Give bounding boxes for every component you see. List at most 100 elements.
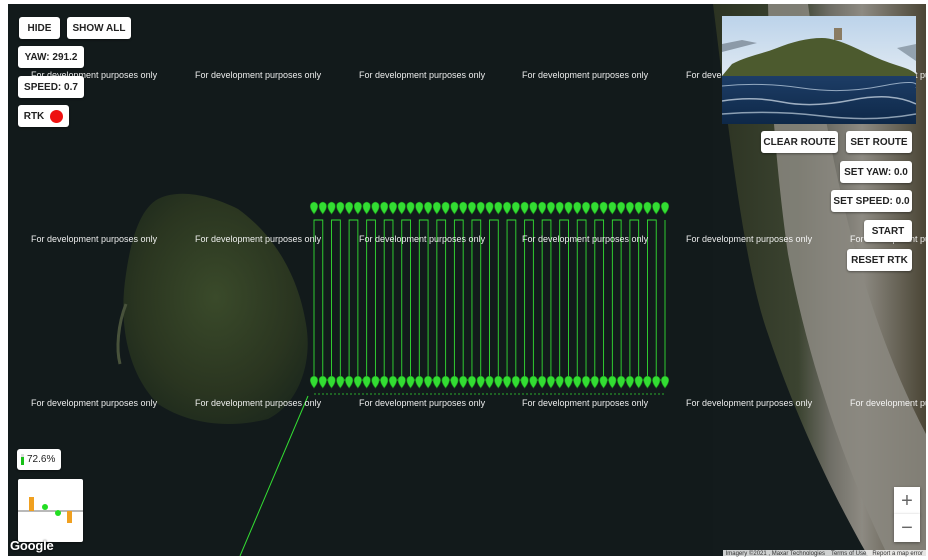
waypoint-marker[interactable] bbox=[362, 201, 371, 215]
waypoint-marker[interactable] bbox=[503, 375, 512, 389]
waypoint-marker[interactable] bbox=[441, 201, 450, 215]
waypoint-marker[interactable] bbox=[327, 201, 336, 215]
waypoint-marker[interactable] bbox=[327, 375, 336, 389]
reset-rtk-button[interactable]: RESET RTK bbox=[847, 249, 912, 271]
waypoint-marker[interactable] bbox=[336, 375, 345, 389]
set-speed-button[interactable]: SET SPEED: 0.0 bbox=[831, 190, 912, 212]
waypoint-marker[interactable] bbox=[643, 201, 652, 215]
waypoint-marker[interactable] bbox=[476, 201, 485, 215]
waypoint-marker[interactable] bbox=[494, 201, 503, 215]
waypoint-marker[interactable] bbox=[652, 375, 661, 389]
terms-link[interactable]: Terms of Use bbox=[831, 551, 866, 557]
waypoint-marker[interactable] bbox=[371, 375, 380, 389]
waypoint-marker[interactable] bbox=[538, 201, 547, 215]
waypoint-marker[interactable] bbox=[599, 375, 608, 389]
dev-watermark: For development purposes only bbox=[359, 70, 486, 80]
waypoint-marker[interactable] bbox=[415, 375, 424, 389]
waypoint-marker[interactable] bbox=[634, 201, 643, 215]
waypoint-marker[interactable] bbox=[546, 201, 555, 215]
waypoint-marker[interactable] bbox=[432, 201, 441, 215]
waypoint-marker[interactable] bbox=[546, 375, 555, 389]
waypoint-marker[interactable] bbox=[660, 201, 670, 215]
waypoint-marker[interactable] bbox=[555, 375, 564, 389]
waypoint-marker[interactable] bbox=[309, 201, 319, 215]
waypoint-marker[interactable] bbox=[406, 201, 415, 215]
waypoint-marker[interactable] bbox=[362, 375, 371, 389]
waypoint-marker[interactable] bbox=[625, 375, 634, 389]
waypoint-marker[interactable] bbox=[380, 201, 389, 215]
waypoint-marker[interactable] bbox=[573, 375, 582, 389]
waypoint-marker[interactable] bbox=[476, 375, 485, 389]
waypoint-marker[interactable] bbox=[459, 201, 468, 215]
set-yaw-button[interactable]: SET YAW: 0.0 bbox=[840, 161, 912, 183]
waypoint-marker[interactable] bbox=[617, 201, 626, 215]
waypoint-marker[interactable] bbox=[573, 201, 582, 215]
waypoint-marker[interactable] bbox=[564, 375, 573, 389]
waypoint-marker[interactable] bbox=[459, 375, 468, 389]
report-error-link[interactable]: Report a map error bbox=[872, 551, 923, 557]
waypoint-marker[interactable] bbox=[397, 375, 406, 389]
waypoint-marker[interactable] bbox=[634, 375, 643, 389]
telemetry-mini-plot bbox=[18, 479, 83, 542]
waypoint-marker[interactable] bbox=[485, 375, 494, 389]
waypoint-marker[interactable] bbox=[617, 375, 626, 389]
waypoint-marker[interactable] bbox=[564, 201, 573, 215]
dev-watermark: For development purposes only bbox=[522, 234, 649, 244]
dev-watermark: For development purposes only bbox=[686, 234, 813, 244]
plot-bar-2 bbox=[67, 511, 72, 523]
waypoint-marker[interactable] bbox=[660, 375, 670, 389]
zoom-out-button[interactable]: − bbox=[894, 514, 920, 542]
start-button[interactable]: START bbox=[864, 220, 912, 242]
waypoint-marker[interactable] bbox=[494, 375, 503, 389]
battery-percent: 72.6% bbox=[27, 454, 56, 465]
show-all-button[interactable]: SHOW ALL bbox=[67, 17, 131, 39]
set-route-button[interactable]: SET ROUTE bbox=[846, 131, 912, 153]
waypoint-marker[interactable] bbox=[309, 375, 319, 389]
waypoint-marker[interactable] bbox=[511, 375, 520, 389]
waypoint-marker[interactable] bbox=[450, 375, 459, 389]
waypoint-marker[interactable] bbox=[467, 375, 476, 389]
clear-route-button[interactable]: CLEAR ROUTE bbox=[761, 131, 838, 153]
waypoint-marker[interactable] bbox=[345, 201, 354, 215]
waypoint-marker[interactable] bbox=[538, 375, 547, 389]
hide-button[interactable]: HIDE bbox=[19, 17, 60, 39]
waypoint-marker[interactable] bbox=[503, 201, 512, 215]
waypoint-marker[interactable] bbox=[625, 201, 634, 215]
waypoint-marker[interactable] bbox=[599, 201, 608, 215]
waypoint-marker[interactable] bbox=[555, 201, 564, 215]
waypoint-marker[interactable] bbox=[529, 375, 538, 389]
waypoint-marker[interactable] bbox=[345, 375, 354, 389]
waypoint-marker[interactable] bbox=[318, 375, 327, 389]
waypoint-marker[interactable] bbox=[388, 201, 398, 215]
waypoint-marker[interactable] bbox=[581, 201, 591, 215]
waypoint-marker[interactable] bbox=[397, 201, 406, 215]
waypoint-marker[interactable] bbox=[485, 201, 494, 215]
waypoint-marker[interactable] bbox=[353, 201, 362, 215]
waypoint-marker[interactable] bbox=[424, 201, 433, 215]
waypoint-marker[interactable] bbox=[652, 201, 661, 215]
zoom-in-button[interactable]: + bbox=[894, 487, 920, 515]
waypoint-marker[interactable] bbox=[520, 375, 529, 389]
waypoint-marker[interactable] bbox=[388, 375, 398, 389]
waypoint-marker[interactable] bbox=[581, 375, 591, 389]
waypoint-marker[interactable] bbox=[511, 201, 520, 215]
waypoint-marker[interactable] bbox=[353, 375, 362, 389]
waypoint-marker[interactable] bbox=[432, 375, 441, 389]
waypoint-marker[interactable] bbox=[643, 375, 652, 389]
waypoint-marker[interactable] bbox=[529, 201, 538, 215]
waypoint-marker[interactable] bbox=[336, 201, 345, 215]
waypoint-marker[interactable] bbox=[590, 375, 599, 389]
waypoint-marker[interactable] bbox=[467, 201, 476, 215]
waypoint-marker[interactable] bbox=[318, 201, 327, 215]
waypoint-marker[interactable] bbox=[415, 201, 424, 215]
waypoint-marker[interactable] bbox=[590, 201, 599, 215]
waypoint-marker[interactable] bbox=[441, 375, 450, 389]
waypoint-marker[interactable] bbox=[450, 201, 459, 215]
waypoint-marker[interactable] bbox=[520, 201, 529, 215]
waypoint-marker[interactable] bbox=[608, 201, 617, 215]
waypoint-marker[interactable] bbox=[371, 201, 380, 215]
waypoint-marker[interactable] bbox=[406, 375, 415, 389]
waypoint-marker[interactable] bbox=[380, 375, 389, 389]
waypoint-marker[interactable] bbox=[424, 375, 433, 389]
waypoint-marker[interactable] bbox=[608, 375, 617, 389]
